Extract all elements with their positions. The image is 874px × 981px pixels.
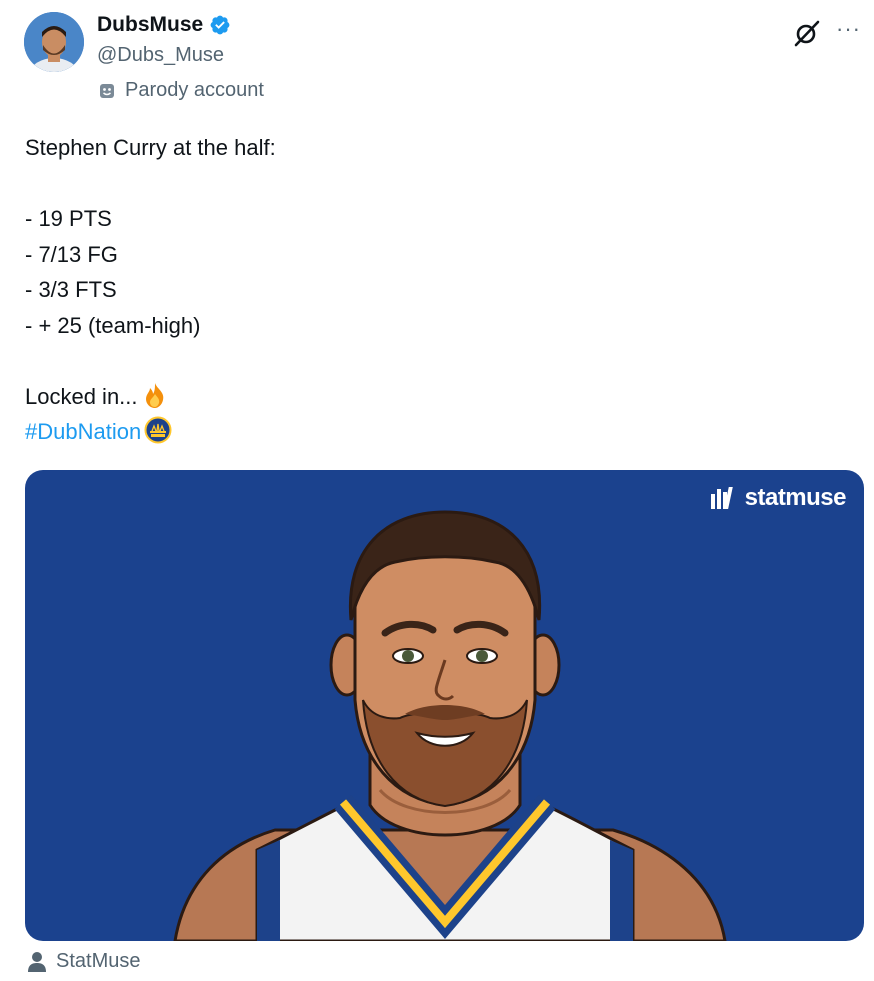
- post-line-hashtag: #DubNation: [25, 414, 276, 450]
- attribution-text[interactable]: StatMuse: [56, 950, 140, 973]
- parody-label: Parody account: [97, 79, 264, 102]
- display-name[interactable]: DubsMuse: [97, 13, 231, 37]
- display-name-text[interactable]: DubsMuse: [97, 13, 203, 37]
- more-options-icon[interactable]: ···: [836, 14, 861, 44]
- post-line-locked: Locked in...: [25, 379, 276, 415]
- media-attribution[interactable]: StatMuse: [27, 950, 140, 973]
- verified-badge-icon: [210, 15, 230, 35]
- parody-mask-icon: [100, 83, 114, 98]
- avatar[interactable]: [24, 12, 84, 72]
- locked-in-text: Locked in...: [25, 383, 138, 409]
- parody-label-text: Parody account: [125, 79, 264, 101]
- post-line: - 7/13 FG: [25, 241, 118, 267]
- warriors-logo-emoji-icon: [144, 416, 172, 444]
- post-line: - + 25 (team-high): [25, 312, 201, 338]
- media-image[interactable]: statmuse: [25, 470, 864, 941]
- post-text: Stephen Curry at the half: - 19 PTS - 7/…: [25, 130, 276, 450]
- post-line: [25, 343, 276, 379]
- post-line: Stephen Curry at the half:: [25, 135, 276, 160]
- post-line: - 19 PTS: [25, 206, 112, 231]
- hashtag-link[interactable]: #DubNation: [25, 419, 141, 444]
- post-line: - 3/3 FTS: [25, 277, 117, 302]
- grok-icon[interactable]: [792, 18, 822, 48]
- post-line: [25, 166, 276, 202]
- player-illustration: [173, 510, 727, 941]
- fire-emoji-icon: [145, 382, 163, 408]
- user-handle[interactable]: @Dubs_Muse: [97, 44, 224, 67]
- person-icon: [28, 951, 46, 972]
